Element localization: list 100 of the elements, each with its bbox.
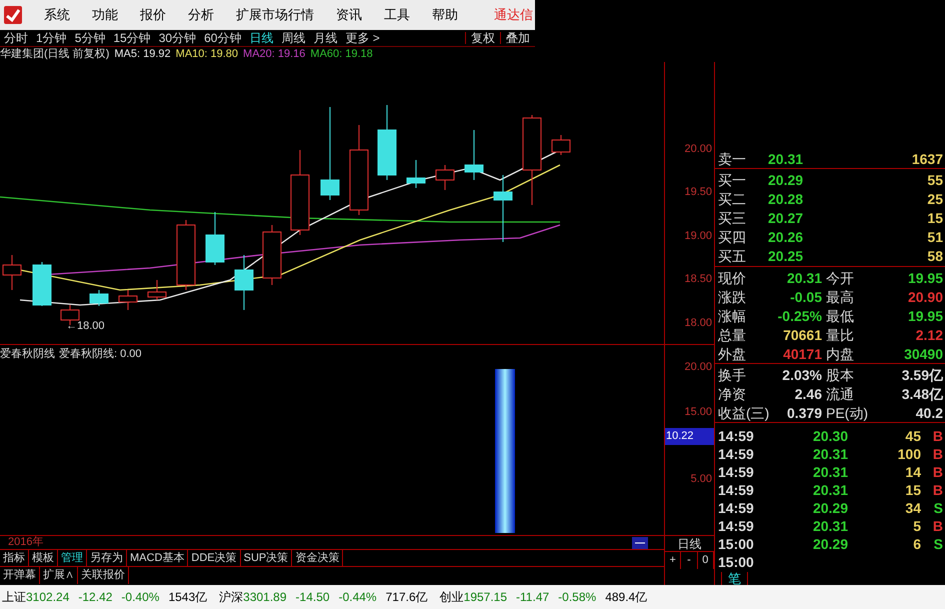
period-tab[interactable]: 更多 > [341,32,384,44]
zoom-button[interactable]: 0 [698,552,714,569]
stat-label: 今开 [826,270,854,284]
index-name: 创业 [440,589,464,606]
trade-price: 20.30 [812,429,848,443]
period-tab[interactable]: 15分钟 [109,32,155,44]
menu-item[interactable]: 工具 [384,5,410,25]
stat-label: 收益(三) [718,406,768,420]
period-tab[interactable]: 分时 [0,32,32,44]
axis-label: 19.50 [684,185,712,200]
candle [176,220,196,290]
trade-time: 14:59 [718,447,755,461]
period-tab[interactable]: 60分钟 [200,32,246,44]
menu-item[interactable]: 帮助 [432,5,458,25]
indicator-reading: 爱春秋阴线: 0.00 [59,347,142,362]
indicator-tab[interactable]: 指标 [0,550,29,566]
order-price: 20.25 [768,248,804,262]
low-price-marker: ←18.00 [66,319,105,334]
trade-price: 20.31 [812,519,848,533]
order-label: 卖一 [718,152,747,166]
trade-time: 15:00 [718,537,755,551]
order-volume: 58 [927,248,943,262]
order-label: 买一 [718,172,747,186]
menu-item[interactable]: 分析 [188,5,214,25]
index-price: 3102.24 [26,589,70,606]
scroll-button[interactable] [632,536,648,548]
period-tab[interactable]: 月线 [309,32,342,44]
period-tab[interactable]: 日线 [245,32,278,44]
trade-side: B [932,519,943,533]
period-tab[interactable]: 1分钟 [32,32,71,44]
candle [436,164,454,190]
trade-time: 14:59 [718,519,755,533]
stat-value: 3.59亿 [902,368,943,382]
trade-volume: 100 [898,447,921,461]
period-tab[interactable]: 30分钟 [154,32,200,44]
indicator-tab[interactable]: DDE决策 [188,550,241,566]
indicator-tab[interactable]: 资金决策 [292,550,344,566]
trade-price: 20.29 [812,537,848,551]
zoom-button[interactable]: - [681,552,698,569]
candle [494,174,512,242]
panel-button[interactable]: 关联报价 [78,567,129,584]
trade-price: 20.31 [812,465,848,479]
index-change: -12.42 [78,589,112,606]
indicator-tab[interactable]: MACD基本 [127,550,188,566]
trade-volume: 45 [905,429,921,443]
trade-time: 15:00 [718,555,755,569]
stat-label: 流通 [826,386,854,400]
period-tab[interactable]: 周线 [277,32,310,44]
indicator-tab[interactable]: 模板 [29,550,58,566]
trade-volume: 14 [905,465,921,479]
index-price: 3301.89 [243,589,287,606]
indicator-tab[interactable]: 管理 [58,550,87,566]
indicator-tab[interactable]: SUP决策 [240,550,292,566]
panel-button[interactable]: 开弹幕 [0,567,40,584]
toolbar-button[interactable]: 复权 [465,32,500,44]
indicator-tab[interactable]: 另存为 [87,550,127,566]
trade-side: S [932,537,943,551]
period-tab[interactable]: 5分钟 [70,32,110,44]
trade-side: B [932,465,943,479]
trade-side: B [932,429,943,443]
menu-item[interactable]: 扩展市场行情 [236,5,314,25]
stat-label: 最高 [826,290,854,304]
period-label: 日线 [678,536,702,552]
menu-item[interactable]: 功能 [92,5,118,25]
trade-time: 14:59 [718,501,755,515]
axis-label: 15.00 [684,404,713,420]
toolbar-button[interactable]: 叠加 [500,32,535,44]
ma-reading: MA5: 19.92 [114,49,171,60]
order-price: 20.27 [768,210,804,224]
stat-value: -0.25% [778,308,822,322]
ma-reading: MA10: 19.80 [176,49,238,60]
stat-value: 40171 [783,346,822,360]
order-volume: 15 [927,210,943,224]
panel-button[interactable]: 扩展∧ [40,567,78,584]
candle [90,290,108,306]
order-price: 20.28 [768,192,804,206]
zoom-button[interactable]: + [665,552,682,569]
axis-label: 18.00 [684,316,712,330]
order-label: 买五 [718,248,747,262]
axis-label: 20.00 [684,360,713,375]
menu-item[interactable]: 报价 [140,5,166,25]
axis-label: 20.00 [684,142,712,157]
trade-time: 14:59 [718,429,755,443]
stat-label: 涨幅 [718,308,747,322]
candle [552,134,570,156]
trade-volume: 15 [905,483,921,497]
order-volume: 25 [927,192,943,206]
trade-price: 20.29 [812,501,848,515]
index-name: 沪深 [219,589,244,606]
stat-value: 0.379 [786,406,822,420]
index-amount: 489.4亿 [605,589,648,606]
brand-label: 通达信 [494,6,534,24]
stat-value: 19.95 [908,270,943,284]
ma-reading: MA60: 19.18 [310,49,373,60]
index-change: -14.50 [296,589,330,606]
stat-value: 3.48亿 [902,386,943,400]
trade-volume: 6 [913,537,921,551]
stat-value: 19.95 [908,308,943,322]
menu-item[interactable]: 资讯 [336,5,362,25]
menu-item[interactable]: 系统 [44,5,70,25]
